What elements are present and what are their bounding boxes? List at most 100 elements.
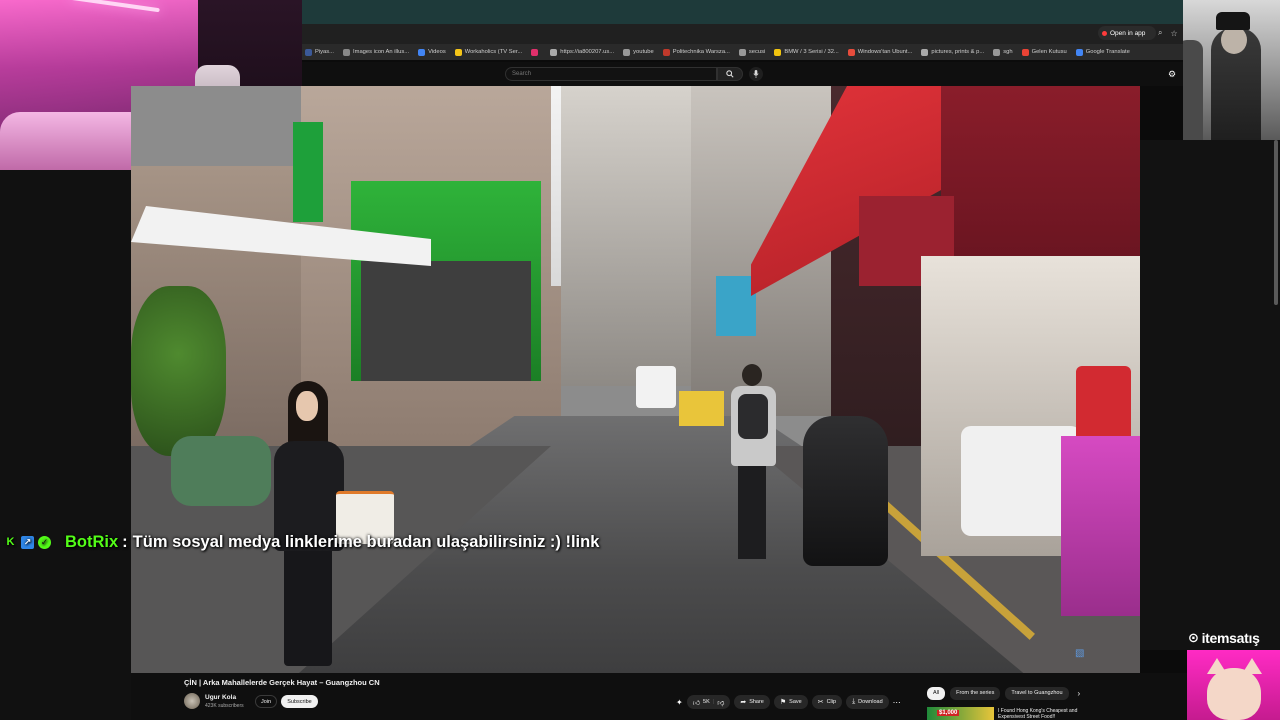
bookmark-favicon-icon <box>1075 48 1083 56</box>
bookmark-item[interactable]: https://ia800207.us... <box>550 48 615 56</box>
search-icon <box>726 70 734 78</box>
bookmark-item[interactable]: Images icon An illus... <box>343 48 410 56</box>
create-icon[interactable]: ⚙ <box>1168 69 1178 79</box>
chip-travel-guangzhou[interactable]: Travel to Guangzhou <box>1005 686 1069 700</box>
bookmark-item[interactable]: BMW / 3 Serisi / 32... <box>774 48 839 56</box>
bookmark-label: pictures, prints & p... <box>931 49 985 55</box>
save-icon: ⚑ <box>779 699 787 706</box>
right-overlay-panel <box>1140 140 1280 650</box>
bookmark-item[interactable]: pictures, prints & p... <box>921 48 985 56</box>
chat-text: Tüm sosyal medya linklerime buradan ulaş… <box>132 532 600 551</box>
recommended-video-title[interactable]: I Found Hong Kong's Cheapest and Expensi… <box>998 708 1098 720</box>
open-in-app-button[interactable]: Open in app <box>1098 26 1156 40</box>
thumbs-down-icon[interactable]: 👎︎ <box>717 698 724 707</box>
share-label: Share <box>749 699 764 705</box>
chat-username: BotRix <box>65 532 119 551</box>
microphone-icon <box>753 70 759 78</box>
bookmark-favicon-icon <box>738 48 746 56</box>
download-button[interactable]: ⤓ Download <box>846 695 889 709</box>
bookmark-label: Images icon An illus... <box>353 49 410 55</box>
channel-name[interactable]: Ugur Kola <box>205 694 236 701</box>
bookmark-favicon-icon <box>1021 48 1029 56</box>
page-scrollbar[interactable] <box>1274 140 1278 305</box>
bookmark-label: sgh <box>1003 49 1013 55</box>
thumbnail-price-tag: $1,000 <box>937 710 960 716</box>
bookmark-label: Videos <box>428 49 446 55</box>
bookmark-favicon-icon <box>921 48 929 56</box>
bookmark-label: Windows'tan Ubunt... <box>857 49 913 55</box>
bookmark-favicon-icon <box>550 48 558 56</box>
sponsor-logo: ⊙ itemsatış <box>1188 628 1280 648</box>
save-button[interactable]: ⚑ Save <box>773 695 808 709</box>
video-watermark-icon: ▧ <box>1075 648 1085 659</box>
bookmark-item[interactable]: Google Translate <box>1075 48 1130 56</box>
recommended-video-thumbnail[interactable]: $1,000 <box>927 707 994 720</box>
bot-badge-icon: ↗ <box>21 535 34 549</box>
sparkle-icon[interactable]: ✦ <box>676 698 683 707</box>
kick-icon: K <box>6 536 15 548</box>
cat-image-overlay <box>1187 650 1280 720</box>
join-button[interactable]: Join <box>255 695 277 708</box>
bookmark-label: Piyas... <box>315 49 335 55</box>
bookmark-favicon-icon <box>531 48 539 56</box>
bookmark-item[interactable]: sgh <box>993 48 1013 56</box>
bookmark-item[interactable]: Piyas... <box>305 48 335 56</box>
video-actions: ✦ 👍︎ 5K | 👎︎ ➦ Share ⚑ Save ✂ Clip ⤓ Dow… <box>676 695 901 709</box>
bookmark-item[interactable]: secusi <box>738 48 766 56</box>
subscribe-button[interactable]: Subscribe <box>281 695 318 708</box>
address-bar-icons: ⌕ ☆ <box>1158 26 1178 40</box>
chat-message: K ↗ ✓ BotRix : Tüm sosyal medya linkleri… <box>0 529 600 555</box>
bookmark-item[interactable]: Gelen Kutusu <box>1021 48 1067 56</box>
app-icon <box>1102 30 1107 36</box>
bookmark-item[interactable]: Politechnika Warsza... <box>662 48 730 56</box>
bookmark-label: Politechnika Warsza... <box>672 49 730 55</box>
search-input[interactable]: Search <box>505 67 717 81</box>
thumbs-up-icon: 👍︎ <box>692 699 701 707</box>
chip-from-series[interactable]: From the series <box>950 686 1001 700</box>
bookmark-label: BMW / 3 Serisi / 32... <box>784 49 839 55</box>
browser-tab-strip <box>302 0 1183 24</box>
bookmark-favicon-icon <box>774 48 782 56</box>
bookmark-item[interactable]: Videos <box>418 48 446 56</box>
bookmark-label: secusi <box>748 49 766 55</box>
zoom-icon[interactable]: ⌕ <box>1158 28 1162 38</box>
open-in-app-label: Open in app <box>1110 29 1146 37</box>
video-title: ÇİN | Arka Mahallelerde Gerçek Hayat – G… <box>184 678 380 687</box>
bookmark-item[interactable]: Windows'tan Ubunt... <box>847 48 913 56</box>
download-label: Download <box>858 699 883 705</box>
clip-button[interactable]: ✂ Clip <box>811 695 843 709</box>
share-icon: ➦ <box>740 699 747 706</box>
bookmark-item[interactable]: Workaholics (TV Ser... <box>454 48 523 56</box>
chip-all[interactable]: All <box>927 686 946 700</box>
search-button[interactable] <box>717 67 743 81</box>
bookmark-favicon-icon <box>623 48 631 56</box>
more-actions-icon[interactable]: ⋯ <box>893 698 901 707</box>
bookmark-label: youtube <box>633 49 654 55</box>
chevron-right-icon[interactable]: › <box>1078 689 1081 698</box>
share-button[interactable]: ➦ Share <box>734 695 770 709</box>
bookmark-item[interactable]: youtube <box>623 48 654 56</box>
like-button[interactable]: 👍︎ 5K | 👎︎ <box>686 695 731 709</box>
browser-address-strip <box>302 24 1183 44</box>
bookmark-star-icon[interactable]: ☆ <box>1170 29 1177 38</box>
channel-avatar[interactable] <box>184 693 200 709</box>
voice-search-button[interactable] <box>749 67 763 81</box>
download-icon: ⤓ <box>852 698 856 705</box>
save-label: Save <box>789 699 802 705</box>
video-player[interactable] <box>131 86 1140 673</box>
bookmark-label: Workaholics (TV Ser... <box>464 49 523 55</box>
bookmark-favicon-icon <box>662 48 670 56</box>
itemsatis-logo-icon: ⊙ <box>1188 630 1199 645</box>
subscriber-count: 423K subscribers <box>205 703 244 709</box>
like-count: 5K <box>703 699 710 705</box>
bookmark-label: https://ia800207.us... <box>560 49 615 55</box>
bookmark-item[interactable] <box>531 48 541 56</box>
chat-separator: : <box>122 532 128 551</box>
bookmarks-bar: Piyas... Images icon An illus... Videos Wor… <box>302 44 1183 60</box>
historical-photo-overlay <box>1183 0 1280 140</box>
bookmark-favicon-icon <box>343 48 351 56</box>
bookmark-favicon-icon <box>454 48 462 56</box>
bookmark-label: Google Translate <box>1085 49 1130 55</box>
recommendation-chips: All From the series Travel to Guangzhou … <box>927 686 1080 700</box>
bookmark-favicon-icon <box>993 48 1001 56</box>
